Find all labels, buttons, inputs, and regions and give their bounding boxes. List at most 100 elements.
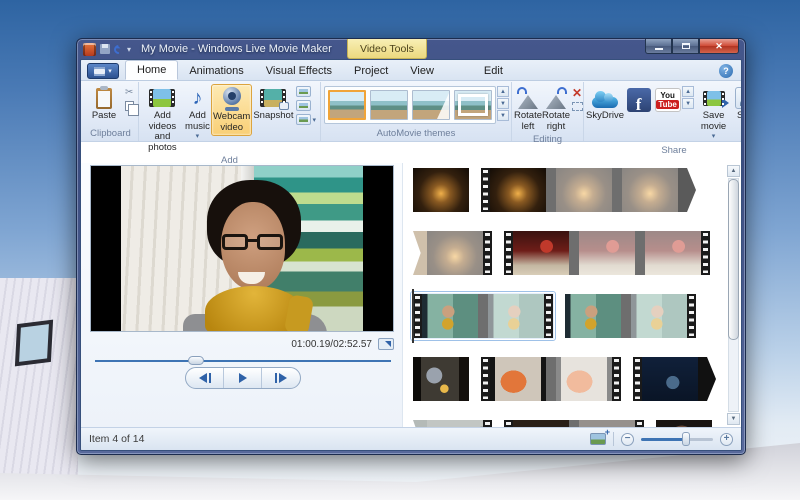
next-frame-button[interactable]	[262, 368, 300, 388]
scrollbar-thumb[interactable]	[728, 179, 739, 340]
add-music-button[interactable]: ♪ Add music▾	[184, 84, 211, 145]
seek-track[interactable]	[95, 360, 391, 362]
fullscreen-icon[interactable]	[378, 338, 394, 350]
storyboard-clip[interactable]	[504, 231, 710, 275]
storyboard-clip[interactable]	[633, 357, 716, 401]
automovie-theme[interactable]	[328, 90, 366, 120]
separator	[613, 432, 614, 446]
gallery-more-icon[interactable]: ▼	[497, 110, 509, 121]
snapshot-button[interactable]: Snapshot	[252, 84, 294, 124]
seek-bar[interactable]	[95, 356, 391, 365]
storyboard-clip[interactable]	[413, 357, 469, 401]
group-editing: Rotate left Rotate right ✕ Editing	[512, 82, 584, 141]
webcam-video-button[interactable]: Webcam video	[211, 84, 252, 136]
tab-edit[interactable]: Edit	[473, 62, 514, 80]
clip-gap	[546, 357, 556, 401]
filmstrip-sprockets	[504, 231, 513, 275]
zoom-out-button[interactable]: −	[621, 433, 634, 446]
storyboard-clip[interactable]	[656, 420, 712, 427]
quick-access-toolbar: ▾	[83, 43, 131, 56]
save-movie-button[interactable]: Save movie▾	[696, 84, 731, 145]
add-videos-button[interactable]: Add videos and photos	[141, 84, 184, 155]
storyboard-thumbnail	[622, 168, 678, 212]
storyboard-thumbnail	[490, 357, 546, 401]
previous-frame-button[interactable]	[186, 368, 224, 388]
close-button[interactable]: ✕	[699, 39, 739, 54]
cut-icon[interactable]: ✂	[125, 88, 134, 98]
scroll-down-icon[interactable]: ▼	[727, 413, 740, 425]
scroll-up-icon[interactable]: ▲	[727, 165, 740, 177]
facebook-button[interactable]: f	[624, 84, 653, 117]
sign-in-button[interactable]: Sign in	[731, 84, 742, 134]
video-preview[interactable]	[90, 165, 394, 332]
select-all-icon[interactable]	[572, 102, 583, 111]
rotate-right-button[interactable]: Rotate right	[542, 84, 570, 134]
application-menu-button[interactable]: ▾	[87, 63, 119, 79]
caption-button[interactable]	[296, 100, 311, 111]
storyboard-thumbnail	[645, 231, 701, 275]
tab-home[interactable]: Home	[125, 60, 178, 80]
storyboard-clip[interactable]	[481, 168, 696, 212]
pillarbox-right	[363, 166, 393, 331]
automovie-theme-gallery	[324, 86, 496, 124]
storyboard-clip[interactable]	[481, 357, 621, 401]
webcam-icon	[222, 87, 242, 111]
automovie-theme[interactable]	[454, 90, 492, 120]
storyboard-thumbnail	[556, 168, 612, 212]
undo-icon[interactable]	[112, 43, 125, 56]
filmstrip-sprockets	[483, 231, 492, 275]
paste-button[interactable]: Paste	[85, 84, 123, 124]
title-button[interactable]	[296, 86, 311, 97]
minimize-button[interactable]	[645, 39, 672, 54]
gallery-up-icon[interactable]: ▲	[497, 86, 509, 97]
zoom-slider-thumb[interactable]	[682, 432, 690, 446]
rotate-left-button[interactable]: Rotate left	[514, 84, 542, 134]
youtube-button[interactable]: You Tube	[653, 84, 682, 117]
qat-dropdown-icon[interactable]: ▾	[127, 45, 131, 54]
app-icon[interactable]	[83, 43, 96, 56]
storyboard-clip[interactable]	[413, 168, 469, 212]
thumbnail-size-icon[interactable]	[590, 433, 606, 445]
help-icon[interactable]: ?	[719, 64, 733, 78]
gallery-down-icon[interactable]: ▼	[497, 98, 509, 109]
tab-view[interactable]: View	[399, 62, 445, 80]
automovie-theme[interactable]	[370, 90, 408, 120]
play-icon	[239, 373, 247, 383]
tab-visual-effects[interactable]: Visual Effects	[255, 62, 343, 80]
zoom-slider[interactable]	[641, 432, 713, 446]
share-gallery-down-icon[interactable]: ▼	[682, 98, 694, 109]
storyboard-clip[interactable]	[413, 420, 492, 427]
close-icon: ✕	[715, 42, 723, 51]
automovie-theme[interactable]	[412, 90, 450, 120]
clip-gap	[612, 168, 622, 212]
skydrive-button[interactable]: SkyDrive	[586, 84, 624, 124]
storyboard-row	[413, 357, 741, 403]
storyboard-thumbnail	[556, 357, 612, 401]
vertical-scrollbar[interactable]: ▲ ▼	[727, 165, 740, 425]
zoom-in-button[interactable]: +	[720, 433, 733, 446]
group-label-automovie: AutoMovie themes	[323, 128, 509, 141]
storyboard-clip[interactable]	[413, 231, 492, 275]
seek-slider-thumb[interactable]	[188, 356, 204, 365]
remove-icon[interactable]: ✕	[572, 87, 583, 99]
storyboard-clip[interactable]	[410, 291, 556, 341]
group-label-editing: Editing	[514, 134, 581, 147]
clip-continuation-arrow	[678, 168, 696, 212]
storyboard-thumbnail	[413, 168, 469, 212]
play-button[interactable]	[224, 368, 262, 388]
filmstrip-sprockets	[483, 420, 492, 427]
copy-icon[interactable]	[125, 101, 134, 111]
maximize-button[interactable]	[672, 39, 699, 54]
playhead[interactable]	[412, 289, 414, 343]
group-clipboard: Paste ✂ Clipboard	[83, 82, 139, 141]
storyboard-clip[interactable]	[565, 294, 696, 338]
tab-animations[interactable]: Animations	[178, 62, 254, 80]
storyboard-clip[interactable]	[504, 420, 644, 427]
clip-gap	[621, 294, 631, 338]
share-gallery-up-icon[interactable]: ▲	[682, 86, 694, 97]
group-add: Add videos and photos ♪ Add music▾ Webca…	[139, 82, 321, 141]
save-icon[interactable]	[100, 44, 110, 54]
title-bar[interactable]: ▾ My Movie - Windows Live Movie Maker Vi…	[77, 39, 745, 59]
tab-project[interactable]: Project	[343, 62, 399, 80]
credits-button[interactable]	[296, 114, 311, 125]
